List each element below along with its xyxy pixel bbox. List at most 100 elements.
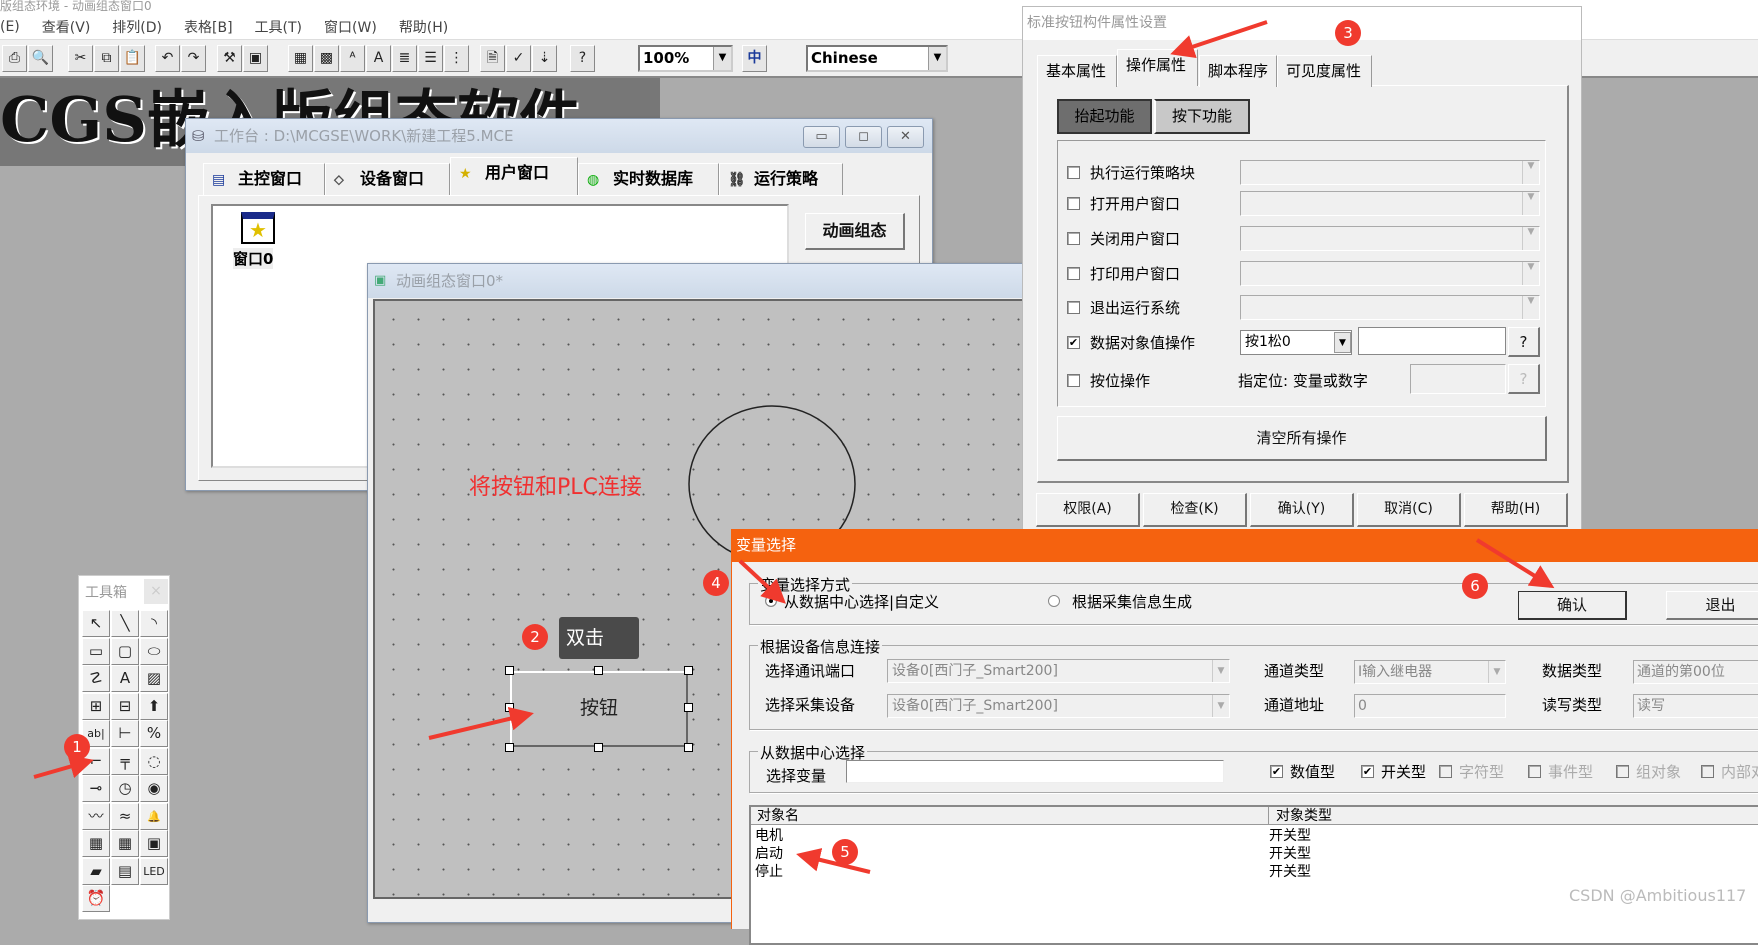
zoom-select[interactable]: 100% ▼ [638,45,733,72]
table-row[interactable]: 电机 开关型 [751,827,1751,845]
row-target-select[interactable]: ▼ [1240,295,1540,320]
row-checkbox[interactable] [1067,166,1080,179]
device-select[interactable]: 设备0[西门子_Smart200] ▼ [887,694,1230,718]
toolbox-tool[interactable]: ⬭ [140,637,168,665]
clear-all-button[interactable]: 清空所有操作 [1057,416,1547,461]
font-color-icon[interactable]: ᴬ [340,45,365,72]
filter-checkbox[interactable] [1616,765,1629,778]
radio-from-center[interactable] [765,595,777,607]
properties-icon[interactable]: 🗎 [480,45,505,72]
tab-realtime-db[interactable]: ◍ 实时数据库 [578,163,719,195]
toolbox-tool[interactable]: ╤ [111,747,139,775]
frame-icon[interactable]: ▣ [243,45,268,72]
close-button[interactable]: ✕ [887,126,924,148]
rw-type-field[interactable]: 读写 [1633,694,1758,718]
filter-checkbox[interactable] [1439,765,1452,778]
channel-type-select[interactable]: I输入继电器 ▼ [1354,660,1506,684]
filter-checkbox[interactable]: ✔ [1361,765,1374,778]
resize-handle[interactable] [684,703,693,712]
tab-basic-props[interactable]: 基本属性 [1037,55,1117,87]
chevron-down-icon[interactable]: ▼ [713,47,731,70]
radio-from-collect[interactable] [1048,595,1060,607]
tab-device-window[interactable]: ⬦ 设备窗口 [325,163,450,195]
toolbox-tool[interactable]: 🔔 [140,802,168,830]
chevron-down-icon[interactable]: ▼ [928,47,946,70]
bit-target-input[interactable] [1410,364,1506,394]
copy-icon[interactable]: ⧉ [94,45,119,72]
props-button[interactable]: 权限(A) [1036,493,1140,527]
grid-icon[interactable]: ⋮ [444,45,469,72]
row-target-select[interactable]: ▼ [1240,160,1540,185]
data-op-help-button[interactable]: ? [1508,327,1540,357]
row-target-select[interactable]: ▼ [1240,226,1540,251]
font-icon[interactable]: A [366,45,391,72]
language-icon[interactable]: 中 [742,45,767,72]
print-icon[interactable]: ⎙ [2,45,27,72]
toolbox-tool[interactable]: ⏰ [82,885,110,912]
menu-window[interactable]: 窗口(W) [324,17,377,37]
toolbox-close-icon[interactable]: × [144,579,168,604]
resize-handle[interactable] [594,743,603,752]
column-header-type[interactable]: 对象类型 [1270,807,1670,825]
order-icon[interactable]: ⇣ [532,45,557,72]
window-star-icon[interactable]: ★ [241,212,275,244]
toolbox-tool[interactable]: 〰 [82,802,110,830]
undo-icon[interactable]: ↶ [155,45,180,72]
tab-action-props[interactable]: 操作属性 [1117,49,1198,86]
toolbox-tool[interactable]: ⊞ [82,692,110,720]
toolbox-tool[interactable]: LED [140,857,168,885]
channel-addr-field[interactable]: 0 [1354,694,1506,718]
tab-visibility[interactable]: 可见度属性 [1277,55,1372,87]
palette-icon[interactable]: ▦ [288,45,313,72]
tools-icon[interactable]: ⚒ [217,45,242,72]
menu-view[interactable]: 查看(V) [42,17,91,37]
toolbox-tool[interactable]: % [140,720,168,747]
toolbox-tool[interactable]: ◷ [111,775,139,802]
toolbox-tool[interactable]: ⊸ [82,775,110,802]
var-exit-button[interactable]: 退出 [1666,591,1758,620]
filter-checkbox[interactable] [1701,765,1714,778]
row-checkbox[interactable] [1067,374,1080,387]
toolbox-tool[interactable]: ▢ [111,637,139,665]
filter-checkbox[interactable] [1528,765,1541,778]
row-target-select[interactable]: ▼ [1240,261,1540,286]
row-checkbox[interactable] [1067,197,1080,210]
data-type-field[interactable]: 通道的第00位 [1633,660,1758,684]
row-checkbox[interactable] [1067,232,1080,245]
tab-main-window[interactable]: ▤ 主控窗口 [203,163,325,195]
toolbox-tool[interactable]: ◉ [140,775,168,802]
toolbox-tool[interactable]: ╲ [111,610,139,637]
toolbox-tool[interactable]: ▣ [140,830,168,857]
toolbox-tool[interactable]: ⬆ [140,692,168,720]
button-widget[interactable]: 按钮 [510,671,688,747]
menu-edit[interactable]: (E) [0,19,20,35]
align-icon[interactable]: ≣ [392,45,417,72]
toolbox-tool[interactable]: A [111,665,139,692]
subtab-release[interactable]: 抬起功能 [1057,99,1152,134]
toolbox-tool[interactable]: ◝ [140,610,168,637]
resize-handle[interactable] [684,743,693,752]
column-header-name[interactable]: 对象名 [751,807,1269,825]
menu-table[interactable]: 表格[B] [184,17,233,37]
resize-handle[interactable] [505,666,514,675]
toolbox-tool[interactable]: ▦ [111,830,139,857]
toolbox-tool[interactable]: ⊟ [111,692,139,720]
resize-handle[interactable] [505,743,514,752]
resize-handle[interactable] [505,703,514,712]
menu-help[interactable]: 帮助(H) [399,17,448,37]
paste-icon[interactable]: 📋 [120,45,145,72]
tab-user-window[interactable]: ★ 用户窗口 [450,157,578,195]
toolbox-tool[interactable]: ▤ [111,857,139,885]
print-preview-icon[interactable]: 🔍 [28,45,53,72]
data-op-object-input[interactable] [1358,327,1506,355]
props-button[interactable]: 检查(K) [1143,493,1247,527]
toolbox-tool[interactable]: ☡ [82,665,110,692]
row-checkbox[interactable]: ✔ [1067,336,1080,349]
menu-tools[interactable]: 工具(T) [255,17,302,37]
bit-help-button[interactable]: ? [1508,364,1540,394]
list-icon[interactable]: ☰ [418,45,443,72]
toolbox-tool[interactable]: ⊢ [111,720,139,747]
toolbox-tool[interactable]: ↖ [82,610,110,637]
props-button[interactable]: 帮助(H) [1464,493,1568,527]
animate-config-button[interactable]: 动画组态 [805,213,905,250]
